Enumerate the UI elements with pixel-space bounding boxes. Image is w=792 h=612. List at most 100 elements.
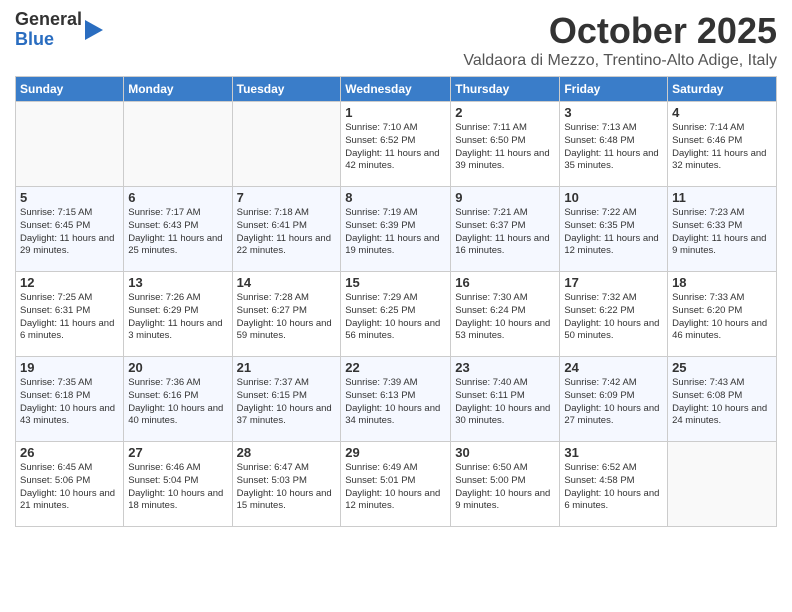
calendar-cell: 1Sunrise: 7:10 AM Sunset: 6:52 PM Daylig… [341,102,451,187]
day-header-thursday: Thursday [451,77,560,102]
day-info: Sunrise: 7:17 AM Sunset: 6:43 PM Dayligh… [128,207,227,258]
day-header-monday: Monday [124,77,232,102]
calendar-cell: 4 Sunrise: 7:14 AM Sunset: 6:46 PM Daylig… [668,102,777,187]
calendar-cell: 5 Sunrise: 7:15 AM Sunset: 6:45 PM Daylig… [16,187,124,272]
day-number: 12 [20,275,119,290]
day-info: Sunrise: 6:47 AM Sunset: 5:03 PM Dayligh… [237,462,337,513]
day-info: Sunrise: 7:40 AM Sunset: 6:11 PM Dayligh… [455,377,555,428]
day-info: Sunrise: 7:37 AM Sunset: 6:15 PM Dayligh… [237,377,337,428]
day-info: Sunrise: 7:22 AM Sunset: 6:35 PM Dayligh… [564,207,663,258]
day-info: Sunrise: 6:50 AM Sunset: 5:00 PM Dayligh… [455,462,555,513]
day-number: 14 [237,275,337,290]
calendar-cell: 19 Sunrise: 7:35 AM Sunset: 6:18 PM Dayli… [16,357,124,442]
calendar-cell: 29Sunrise: 6:49 AM Sunset: 5:01 PM Dayli… [341,442,451,527]
day-header-saturday: Saturday [668,77,777,102]
calendar-cell [124,102,232,187]
day-header-friday: Friday [560,77,668,102]
calendar-cell: 27 Sunrise: 6:46 AM Sunset: 5:04 PM Dayli… [124,442,232,527]
page: General Blue October 2025 Valdaora di Me… [0,0,792,537]
calendar-cell: 24Sunrise: 7:42 AM Sunset: 6:09 PM Dayli… [560,357,668,442]
logo-general: General [15,10,82,30]
calendar-cell: 10 Sunrise: 7:22 AM Sunset: 6:35 PM Dayli… [560,187,668,272]
calendar-cell: 7 Sunrise: 7:18 AM Sunset: 6:41 PM Daylig… [232,187,341,272]
calendar-cell: 11Sunrise: 7:23 AM Sunset: 6:33 PM Dayli… [668,187,777,272]
day-number: 30 [455,445,555,460]
day-number: 3 [564,105,663,120]
day-info: Sunrise: 7:13 AM Sunset: 6:48 PM Dayligh… [564,122,663,173]
location-title: Valdaora di Mezzo, Trentino-Alto Adige, … [463,52,777,70]
logo-blue: Blue [15,30,82,50]
calendar-week-5: 26Sunrise: 6:45 AM Sunset: 5:06 PM Dayli… [16,442,777,527]
day-number: 18 [672,275,772,290]
day-number: 26 [20,445,119,460]
day-info: Sunrise: 7:15 AM Sunset: 6:45 PM Dayligh… [20,207,119,258]
calendar-week-1: 1Sunrise: 7:10 AM Sunset: 6:52 PM Daylig… [16,102,777,187]
calendar-cell: 28 Sunrise: 6:47 AM Sunset: 5:03 PM Dayli… [232,442,341,527]
calendar-cell: 18 Sunrise: 7:33 AM Sunset: 6:20 PM Dayli… [668,272,777,357]
day-info: Sunrise: 7:28 AM Sunset: 6:27 PM Dayligh… [237,292,337,343]
calendar-cell: 22 Sunrise: 7:39 AM Sunset: 6:13 PM Dayli… [341,357,451,442]
calendar-header-row: SundayMondayTuesdayWednesdayThursdayFrid… [16,77,777,102]
day-number: 22 [345,360,446,375]
day-number: 25 [672,360,772,375]
day-info: Sunrise: 7:26 AM Sunset: 6:29 PM Dayligh… [128,292,227,343]
day-header-wednesday: Wednesday [341,77,451,102]
day-number: 17 [564,275,663,290]
day-number: 16 [455,275,555,290]
logo-arrow-icon [85,20,103,40]
day-header-sunday: Sunday [16,77,124,102]
calendar-cell: 14 Sunrise: 7:28 AM Sunset: 6:27 PM Dayli… [232,272,341,357]
day-number: 19 [20,360,119,375]
day-info: Sunrise: 7:33 AM Sunset: 6:20 PM Dayligh… [672,292,772,343]
calendar-cell: 21 Sunrise: 7:37 AM Sunset: 6:15 PM Dayli… [232,357,341,442]
calendar-cell [668,442,777,527]
day-info: Sunrise: 7:21 AM Sunset: 6:37 PM Dayligh… [455,207,555,258]
day-number: 10 [564,190,663,205]
day-number: 4 [672,105,772,120]
day-info: Sunrise: 7:18 AM Sunset: 6:41 PM Dayligh… [237,207,337,258]
day-info: Sunrise: 6:52 AM Sunset: 4:58 PM Dayligh… [564,462,663,513]
calendar-cell: 9 Sunrise: 7:21 AM Sunset: 6:37 PM Daylig… [451,187,560,272]
day-info: Sunrise: 7:35 AM Sunset: 6:18 PM Dayligh… [20,377,119,428]
day-info: Sunrise: 7:30 AM Sunset: 6:24 PM Dayligh… [455,292,555,343]
day-number: 1 [345,105,446,120]
calendar: SundayMondayTuesdayWednesdayThursdayFrid… [15,76,777,527]
calendar-cell: 12 Sunrise: 7:25 AM Sunset: 6:31 PM Dayli… [16,272,124,357]
day-number: 13 [128,275,227,290]
calendar-cell: 26Sunrise: 6:45 AM Sunset: 5:06 PM Dayli… [16,442,124,527]
calendar-week-2: 5 Sunrise: 7:15 AM Sunset: 6:45 PM Daylig… [16,187,777,272]
day-number: 31 [564,445,663,460]
calendar-cell: 17Sunrise: 7:32 AM Sunset: 6:22 PM Dayli… [560,272,668,357]
calendar-cell: 8 Sunrise: 7:19 AM Sunset: 6:39 PM Daylig… [341,187,451,272]
day-number: 8 [345,190,446,205]
calendar-cell: 23Sunrise: 7:40 AM Sunset: 6:11 PM Dayli… [451,357,560,442]
calendar-cell [16,102,124,187]
day-number: 28 [237,445,337,460]
day-number: 20 [128,360,227,375]
calendar-cell: 31 Sunrise: 6:52 AM Sunset: 4:58 PM Dayli… [560,442,668,527]
calendar-cell: 6 Sunrise: 7:17 AM Sunset: 6:43 PM Daylig… [124,187,232,272]
day-info: Sunrise: 7:14 AM Sunset: 6:46 PM Dayligh… [672,122,772,173]
day-number: 9 [455,190,555,205]
logo: General Blue [15,10,103,50]
logo-text: General Blue [15,10,82,50]
day-info: Sunrise: 6:46 AM Sunset: 5:04 PM Dayligh… [128,462,227,513]
calendar-cell: 20 Sunrise: 7:36 AM Sunset: 6:16 PM Dayli… [124,357,232,442]
day-number: 6 [128,190,227,205]
day-info: Sunrise: 7:25 AM Sunset: 6:31 PM Dayligh… [20,292,119,343]
day-info: Sunrise: 7:36 AM Sunset: 6:16 PM Dayligh… [128,377,227,428]
calendar-cell: 16 Sunrise: 7:30 AM Sunset: 6:24 PM Dayli… [451,272,560,357]
day-info: Sunrise: 7:19 AM Sunset: 6:39 PM Dayligh… [345,207,446,258]
calendar-cell [232,102,341,187]
day-number: 5 [20,190,119,205]
day-number: 7 [237,190,337,205]
day-number: 27 [128,445,227,460]
calendar-cell: 30 Sunrise: 6:50 AM Sunset: 5:00 PM Dayli… [451,442,560,527]
day-info: Sunrise: 7:23 AM Sunset: 6:33 PM Dayligh… [672,207,772,258]
day-number: 24 [564,360,663,375]
day-number: 15 [345,275,446,290]
day-info: Sunrise: 7:39 AM Sunset: 6:13 PM Dayligh… [345,377,446,428]
day-number: 21 [237,360,337,375]
day-info: Sunrise: 6:49 AM Sunset: 5:01 PM Dayligh… [345,462,446,513]
day-number: 2 [455,105,555,120]
